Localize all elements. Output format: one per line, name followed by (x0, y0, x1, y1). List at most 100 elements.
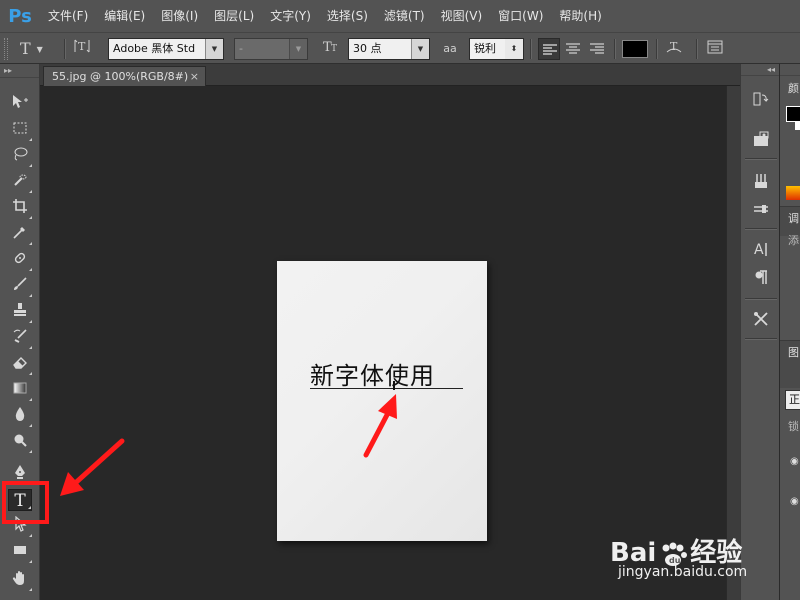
antialias-value: 锐利 (474, 42, 496, 55)
align-center-icon (566, 43, 580, 54)
menu-select[interactable]: 选择(S) (319, 0, 376, 32)
brush-panel-icon[interactable] (749, 172, 773, 194)
canvas-text-layer[interactable]: 新字体使用 (310, 356, 464, 391)
document-tab-bar: 55.jpg @ 100%(RGB/8#) × (40, 64, 740, 86)
text-cursor (393, 381, 395, 390)
ps-logo: Ps (8, 5, 32, 27)
hand-tool-icon[interactable] (8, 570, 32, 592)
menu-bar: Ps 文件(F) 编辑(E) 图像(I) 图层(L) 文字(Y) 选择(S) 滤… (0, 0, 800, 32)
type-tool-icon: T (20, 39, 31, 58)
options-grip[interactable] (4, 38, 8, 60)
eraser-tool-icon[interactable] (8, 354, 32, 376)
separator (745, 158, 777, 159)
text-orientation-icon[interactable]: T (72, 38, 94, 60)
menu-file[interactable]: 文件(F) (40, 0, 96, 32)
rectangle-tool-icon[interactable] (8, 542, 32, 564)
chevron-down-icon: ▼ (289, 39, 307, 59)
move-tool-icon[interactable] (8, 94, 32, 116)
font-family-select[interactable]: Adobe 黑体 Std ▼ (108, 38, 224, 60)
separator (64, 39, 65, 59)
color-panel-tab[interactable]: 颜 (788, 80, 799, 96)
menu-type[interactable]: 文字(Y) (262, 0, 319, 32)
crop-tool-icon[interactable] (8, 198, 32, 220)
paragraph-panel-icon[interactable] (749, 268, 773, 290)
add-adjustment-label: 添 (788, 234, 799, 247)
document-tab[interactable]: 55.jpg @ 100%(RGB/8#) × (43, 66, 206, 86)
chevron-down-icon: ▼ (205, 39, 223, 59)
vertical-scrollbar[interactable] (726, 86, 740, 600)
svg-text:T: T (78, 40, 86, 53)
menu-image[interactable]: 图像(I) (153, 0, 206, 32)
text-baseline (310, 388, 463, 389)
chevron-down-icon: ▼ (36, 44, 43, 54)
blur-tool-icon[interactable] (8, 406, 32, 428)
antialias-icon: aa (443, 42, 457, 55)
properties-panel-icon[interactable] (749, 130, 773, 152)
separator (656, 39, 657, 59)
quick-selection-tool-icon[interactable] (8, 172, 32, 194)
text-color-swatch[interactable] (622, 40, 648, 58)
menu-filter[interactable]: 滤镜(T) (376, 0, 433, 32)
color-spectrum[interactable] (786, 186, 800, 200)
separator (614, 39, 615, 59)
close-icon[interactable]: × (190, 67, 199, 87)
font-style-select[interactable]: - ▼ (234, 38, 308, 60)
highlight-box (2, 481, 49, 524)
chevron-updown-icon: ⬍ (505, 39, 523, 59)
photoshop-window: Ps 文件(F) 编辑(E) 图像(I) 图层(L) 文字(Y) 选择(S) 滤… (0, 0, 800, 600)
brush-tool-icon[interactable] (8, 276, 32, 298)
font-size-select[interactable]: 30 点 ▼ (348, 38, 430, 60)
font-style-value: - (239, 42, 243, 55)
healing-brush-tool-icon[interactable] (8, 250, 32, 272)
tool-presets-icon[interactable] (749, 200, 773, 222)
separator (696, 39, 697, 59)
menu-layer[interactable]: 图层(L) (206, 0, 262, 32)
font-family-value: Adobe 黑体 Std (113, 42, 196, 55)
clone-stamp-tool-icon[interactable] (8, 302, 32, 324)
lasso-tool-icon[interactable] (8, 146, 32, 168)
options-bar: T ▼ T Adobe 黑体 Std ▼ - ▼ TT 30 点 ▼ aa 锐利 … (0, 32, 800, 64)
adjustments-panel-tab[interactable]: 调 (788, 210, 799, 226)
eyedropper-tool-icon[interactable] (8, 224, 32, 246)
antialias-select[interactable]: 锐利 ⬍ (469, 38, 524, 60)
color-layers-panel: 颜 调 添 图 正 锁 ◉ ◉ (780, 64, 800, 600)
document-tab-title: 55.jpg @ 100%(RGB/8#) (52, 70, 189, 83)
gradient-tool-icon[interactable] (8, 380, 32, 402)
separator (745, 338, 777, 339)
dodge-tool-icon[interactable] (8, 432, 32, 454)
separator (530, 39, 531, 59)
blend-mode-select[interactable]: 正 (785, 390, 800, 410)
menu-window[interactable]: 窗口(W) (490, 0, 551, 32)
panel-dock: ◂◂ A (740, 64, 780, 600)
canvas-area[interactable]: 新字体使用 (40, 86, 726, 600)
font-size-value: 30 点 (353, 42, 382, 55)
tool-preset-picker[interactable]: T ▼ (20, 38, 56, 60)
marquee-tool-icon[interactable] (8, 120, 32, 142)
history-brush-tool-icon[interactable] (8, 328, 32, 350)
warp-text-icon[interactable]: T (664, 38, 684, 60)
character-panel-icon[interactable]: A (749, 240, 773, 262)
svg-text:T: T (331, 44, 337, 54)
svg-text:T: T (670, 40, 678, 53)
document-canvas[interactable]: 新字体使用 (277, 261, 487, 541)
character-panel-icon[interactable] (706, 38, 726, 60)
tools-collapse-button[interactable]: ▸▸ (0, 64, 39, 78)
panel-collapse-button[interactable] (780, 64, 800, 76)
dock-collapse-button[interactable]: ◂◂ (741, 64, 779, 76)
eye-icon[interactable]: ◉ (790, 456, 799, 467)
svg-text:A: A (754, 242, 764, 258)
menu-edit[interactable]: 编辑(E) (96, 0, 153, 32)
font-size-icon: TT (320, 38, 342, 60)
menu-help[interactable]: 帮助(H) (551, 0, 609, 32)
layers-panel-tab[interactable]: 图 (788, 344, 799, 360)
background-color-swatch[interactable] (795, 122, 800, 130)
history-panel-icon[interactable] (749, 90, 773, 112)
eye-icon[interactable]: ◉ (790, 496, 799, 507)
separator (745, 228, 777, 229)
foreground-color-swatch[interactable] (786, 106, 800, 122)
align-right-button[interactable] (586, 38, 608, 60)
align-center-button[interactable] (562, 38, 584, 60)
align-left-button[interactable] (538, 38, 560, 60)
tools-settings-icon[interactable] (749, 310, 773, 332)
menu-view[interactable]: 视图(V) (433, 0, 491, 32)
